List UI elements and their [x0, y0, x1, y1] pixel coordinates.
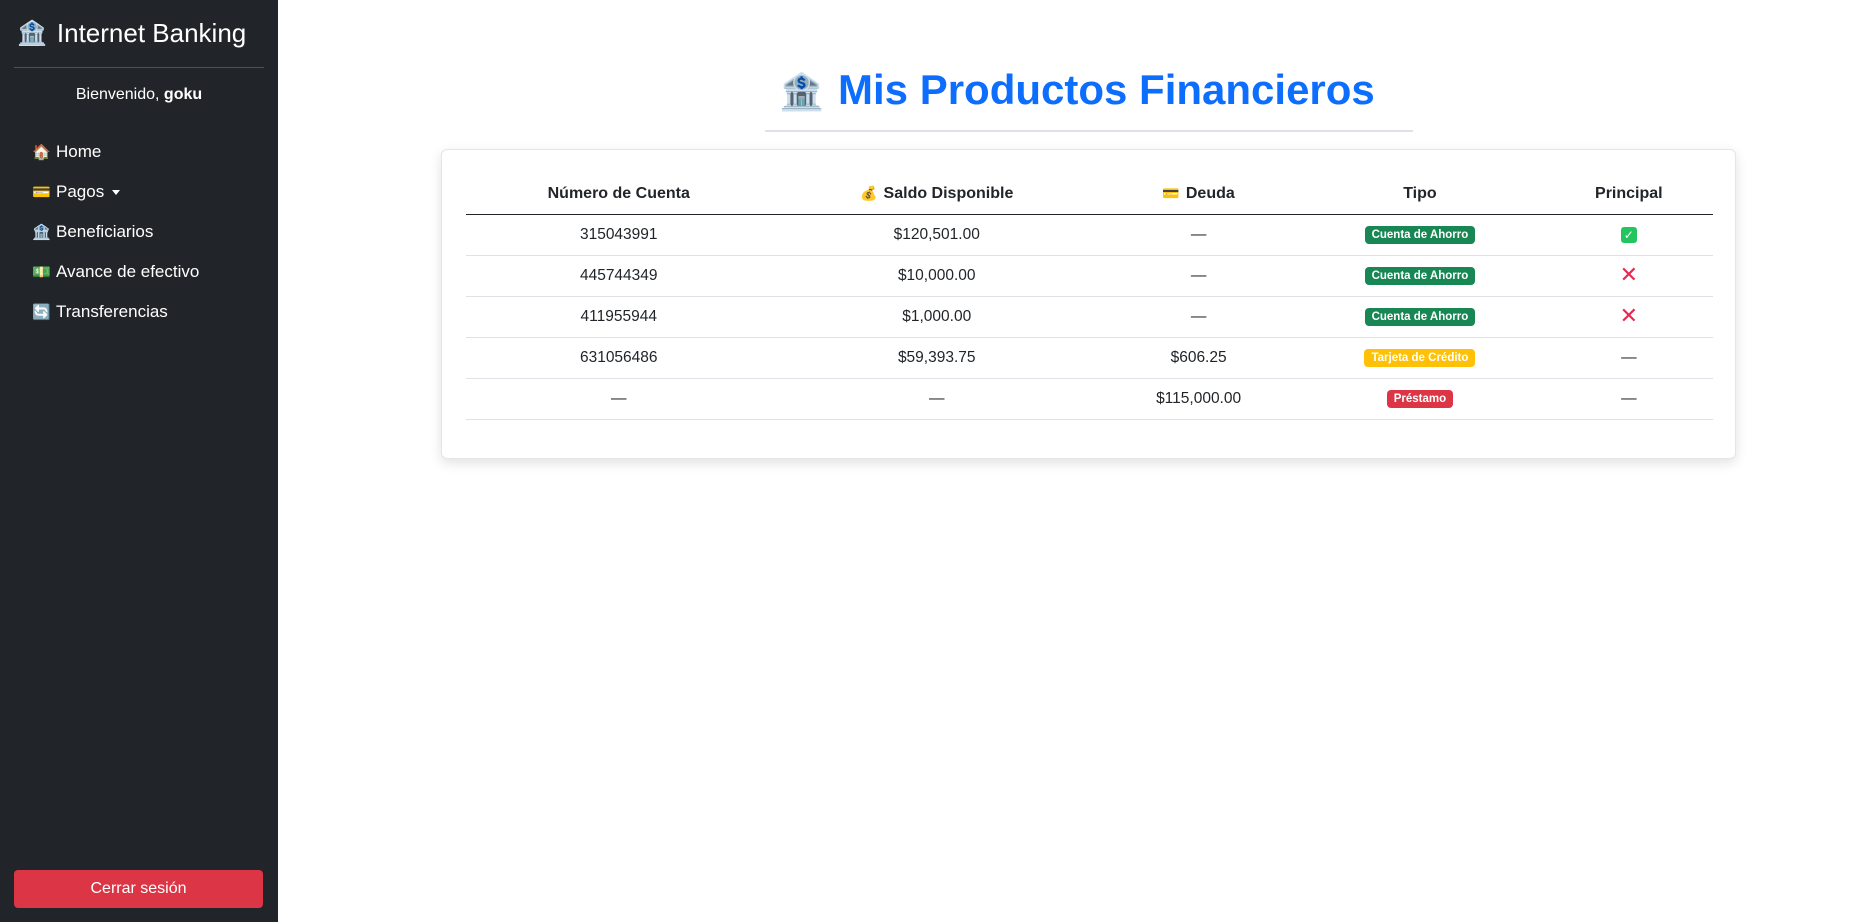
column-header-label: Deuda — [1185, 185, 1235, 203]
page-title-text: Mis Productos Financieros — [838, 66, 1375, 113]
account-number: — — [466, 378, 772, 420]
available-balance: $59,393.75 — [771, 337, 1102, 379]
principal-cell: — — [1544, 378, 1713, 420]
debt: — — [1101, 296, 1296, 338]
bank-icon: 🏦 — [779, 71, 825, 112]
principal-cell: ✕ — [1544, 255, 1713, 297]
column-header: Principal — [1544, 175, 1713, 215]
principal-cell: — — [1544, 337, 1713, 379]
cross-icon: ✕ — [1619, 303, 1639, 328]
type-badge: Cuenta de Ahorro — [1364, 267, 1476, 285]
column-header-label: Número de Cuenta — [547, 185, 690, 203]
account-number: 411955944 — [466, 296, 772, 338]
cross-icon: ✕ — [1619, 262, 1639, 287]
column-header: 💰 Saldo Disponible — [771, 175, 1102, 215]
sidebar-item-label: Transferencias — [56, 302, 168, 321]
column-header-label: Tipo — [1403, 185, 1437, 203]
available-balance: $1,000.00 — [771, 296, 1102, 338]
home-icon: 🏠 — [32, 144, 51, 161]
table-header-row: Número de Cuenta 💰 Saldo Disponible 💳 Deuda T… — [466, 175, 1713, 215]
type-badge: Préstamo — [1386, 390, 1454, 408]
sidebar-item-pagos[interactable]: 💳 Pagos — [32, 172, 199, 212]
brand-title: Internet Banking — [56, 18, 247, 48]
money-bag-icon: 💰 — [860, 185, 878, 202]
debt: $115,000.00 — [1101, 378, 1296, 420]
welcome-prefix: Bienvenido, — [75, 86, 164, 103]
sidebar: 🏦 Internet Banking Bienvenido, goku 🏠 Hom… — [0, 0, 278, 922]
checkmark-icon: ✓ — [1620, 226, 1637, 243]
transfer-icon: 🔄 — [32, 304, 51, 321]
principal-cell: ✕ — [1544, 296, 1713, 338]
table-row: 315043991 $120,501.00— Cuenta de Ahorro ✓ — [466, 214, 1713, 256]
column-header: Tipo — [1295, 175, 1545, 215]
username: goku — [163, 86, 203, 103]
chevron-down-icon — [112, 189, 121, 195]
available-balance: $10,000.00 — [771, 255, 1102, 297]
account-number: 445744349 — [466, 255, 772, 297]
sidebar-item-avance-de-efectivo[interactable]: 💵 Avance de efectivo — [32, 252, 199, 292]
cash-icon: 💵 — [32, 264, 51, 281]
type-badge: Cuenta de Ahorro — [1364, 226, 1476, 244]
debt: — — [1101, 214, 1296, 256]
table-row: — — $115,000.00 Préstamo — — [466, 378, 1713, 420]
principal-cell: ✓ — [1544, 214, 1713, 256]
brand[interactable]: 🏦 Internet Banking — [17, 18, 246, 49]
column-header-label: Saldo Disponible — [883, 185, 1014, 203]
sidebar-item-label: Home — [56, 142, 102, 161]
type-cell: Cuenta de Ahorro — [1295, 296, 1545, 338]
debt: $606.25 — [1101, 337, 1296, 379]
principal-value: — — [1621, 348, 1637, 366]
logout-button[interactable]: Cerrar sesión — [14, 870, 263, 908]
brand-divider — [14, 67, 264, 68]
sidebar-item-label: Pagos — [56, 182, 105, 201]
account-number: 631056486 — [466, 337, 772, 379]
page-title: 🏦 Mis Productos Financieros — [278, 66, 1876, 114]
type-cell: Préstamo — [1295, 378, 1545, 420]
column-header-label: Principal — [1595, 185, 1663, 203]
credit-card-icon: 💳 — [1162, 185, 1180, 202]
sidebar-item-label: Beneficiarios — [56, 222, 154, 241]
sidebar-item-beneficiarios[interactable]: 🏦 Beneficiarios — [32, 212, 199, 252]
table-body: 315043991 $120,501.00— Cuenta de Ahorro ✓ 44… — [466, 214, 1713, 420]
table-row: 445744349 $10,000.00— Cuenta de Ahorro ✕ — [466, 255, 1713, 297]
sidebar-item-label: Avance de efectivo — [56, 262, 200, 281]
table-row: 631056486 $59,393.75 $606.25 Tarjeta de Cré… — [466, 337, 1713, 379]
type-cell: Cuenta de Ahorro — [1295, 214, 1545, 256]
sidebar-nav: 🏠 Home 💳 Pagos 🏦 Beneficiarios 💵 Avance de efec… — [32, 132, 199, 332]
title-divider — [765, 130, 1413, 132]
account-number: 315043991 — [466, 214, 772, 256]
bank-icon: 🏦 — [17, 20, 47, 47]
column-header: 💳 Deuda — [1101, 175, 1296, 215]
column-header: Número de Cuenta — [466, 175, 772, 215]
sidebar-item-transferencias[interactable]: 🔄 Transferencias — [32, 292, 199, 332]
products-table: Número de Cuenta 💰 Saldo Disponible 💳 Deuda T… — [466, 175, 1713, 420]
table-row: 411955944 $1,000.00— Cuenta de Ahorro ✕ — [466, 296, 1713, 338]
welcome-message: Bienvenido, goku — [0, 86, 278, 104]
credit-card-icon: 💳 — [32, 184, 51, 201]
type-badge: Tarjeta de Crédito — [1364, 349, 1476, 367]
products-card: Número de Cuenta 💰 Saldo Disponible 💳 Deuda T… — [441, 149, 1736, 459]
type-badge: Cuenta de Ahorro — [1364, 308, 1476, 326]
principal-value: — — [1621, 389, 1637, 407]
type-cell: Cuenta de Ahorro — [1295, 255, 1545, 297]
debt: — — [1101, 255, 1296, 297]
available-balance: $120,501.00 — [771, 214, 1102, 256]
available-balance: — — [771, 378, 1102, 420]
bank-icon: 🏦 — [32, 224, 51, 241]
sidebar-item-home[interactable]: 🏠 Home — [32, 132, 199, 172]
type-cell: Tarjeta de Crédito — [1295, 337, 1545, 379]
